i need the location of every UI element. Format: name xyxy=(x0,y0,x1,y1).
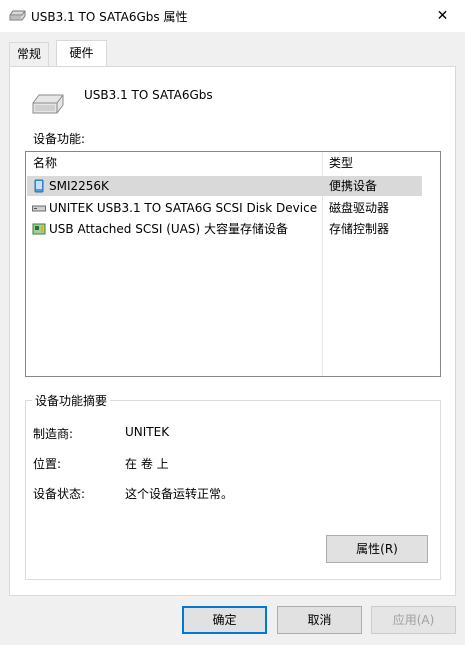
device-functions-list[interactable]: 名称 类型 SMI2256K 便携设备 UNITEK USB3.1 TO SAT… xyxy=(25,151,441,377)
drive-icon xyxy=(9,10,26,22)
list-item-name: UNITEK USB3.1 TO SATA6G SCSI Disk Device xyxy=(49,201,318,215)
tab-strip: 常规 硬件 xyxy=(0,32,465,68)
title-bar: USB3.1 TO SATA6Gbs 属性 ✕ xyxy=(0,0,465,32)
list-item[interactable]: UNITEK USB3.1 TO SATA6G SCSI Disk Device… xyxy=(27,198,422,218)
properties-button[interactable]: 属性(R) xyxy=(326,535,428,563)
summary-title: 设备功能摘要 xyxy=(32,392,111,409)
tab-hardware[interactable]: 硬件 xyxy=(56,40,107,68)
device-name: USB3.1 TO SATA6Gbs xyxy=(84,88,213,102)
list-item-type: 便携设备 xyxy=(329,179,378,193)
functions-label: 设备功能: xyxy=(33,132,86,146)
list-item-type: 存储控制器 xyxy=(329,222,390,236)
status-value: 这个设备运转正常。 xyxy=(125,487,234,501)
ok-button[interactable]: 确定 xyxy=(182,606,267,634)
window-title: USB3.1 TO SATA6Gbs 属性 xyxy=(31,10,188,24)
manufacturer-label: 制造商: xyxy=(33,427,74,441)
tab-general[interactable]: 常规 xyxy=(9,42,49,66)
location-label: 位置: xyxy=(33,457,62,471)
list-item[interactable]: SMI2256K 便携设备 xyxy=(27,176,422,196)
drive-icon xyxy=(31,92,65,116)
close-icon: ✕ xyxy=(436,8,449,24)
disk-drive-icon xyxy=(32,201,46,215)
list-item-type: 磁盘驱动器 xyxy=(329,201,390,215)
list-item[interactable]: USB Attached SCSI (UAS) 大容量存储设备 存储控制器 xyxy=(27,219,422,239)
close-button[interactable]: ✕ xyxy=(420,0,465,32)
portable-device-icon xyxy=(32,179,46,193)
list-item-name: USB Attached SCSI (UAS) 大容量存储设备 xyxy=(49,222,288,236)
cancel-button[interactable]: 取消 xyxy=(277,606,362,634)
column-header-name[interactable]: 名称 xyxy=(33,152,57,176)
list-item-name: SMI2256K xyxy=(49,179,109,193)
manufacturer-value: UNITEK xyxy=(125,425,170,439)
dialog-footer: 确定 取消 应用(A) xyxy=(0,596,465,645)
function-summary-group: 设备功能摘要 制造商: UNITEK 位置: 在 卷 上 设备状态: 这个设备运… xyxy=(25,392,441,580)
status-label: 设备状态: xyxy=(33,487,86,501)
apply-button[interactable]: 应用(A) xyxy=(371,606,456,634)
column-header-type[interactable]: 类型 xyxy=(329,152,353,176)
location-value: 在 卷 上 xyxy=(125,457,169,471)
hardware-panel: USB3.1 TO SATA6Gbs 设备功能: 名称 类型 SMI2256K … xyxy=(9,66,456,596)
storage-controller-icon xyxy=(32,222,46,236)
